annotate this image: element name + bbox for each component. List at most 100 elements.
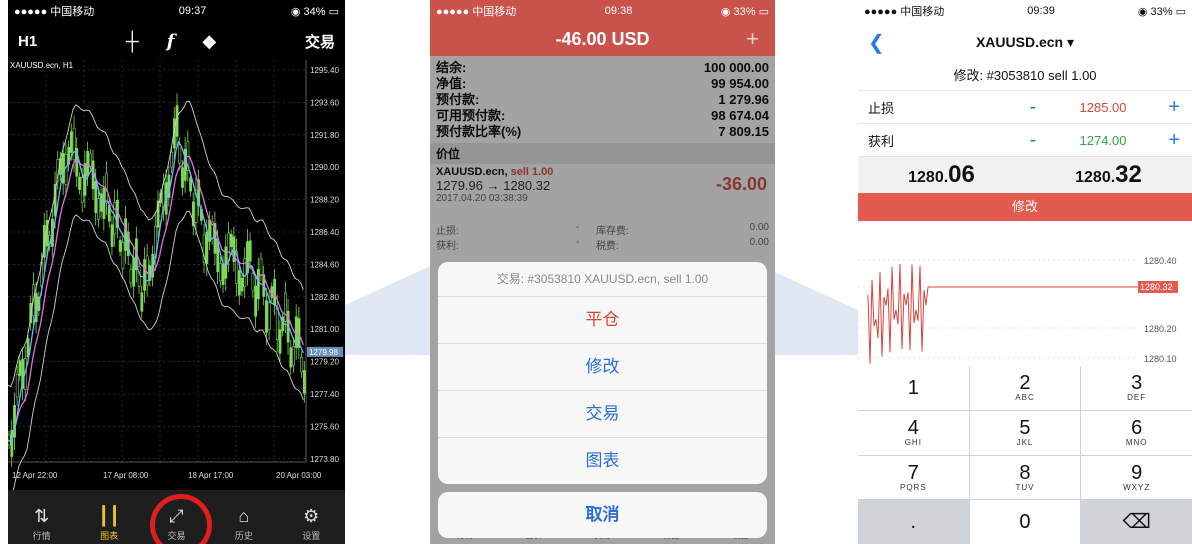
candle-body [221, 263, 225, 286]
candle-body [18, 360, 22, 376]
candle-body [178, 144, 182, 164]
trade-button[interactable]: 交易 [438, 391, 767, 438]
key-9[interactable]: 9 WXYZ [1081, 455, 1192, 500]
key-2[interactable]: 2 ABC [969, 366, 1081, 410]
take-profit-minus-button[interactable]: - [1018, 129, 1048, 152]
candle-body [70, 131, 73, 153]
key-decimal[interactable]: . [858, 500, 969, 544]
candle-body [275, 307, 279, 340]
take-profit-row: 获利 - 1274.00 + [858, 124, 1192, 157]
stop-loss-minus-button[interactable]: - [1018, 96, 1048, 119]
tab-settings[interactable]: ⚙ 设置 [281, 503, 341, 542]
candles-icon: ┃┃ [98, 506, 120, 526]
candle-body [86, 151, 90, 177]
tab-chart[interactable]: ┃┃ 图表 [79, 503, 139, 542]
crosshair-icon[interactable]: ┼ [126, 31, 139, 52]
candle-body [10, 429, 14, 457]
price-tag-label: 1280.32 [1140, 282, 1173, 292]
carrier: ●●●●● 中国移动 [14, 6, 95, 18]
ask-price: 1280.32 [1075, 161, 1142, 188]
y-tick-label: 1293.60 [310, 98, 339, 107]
backspace-icon[interactable]: ⌫ [1081, 500, 1192, 544]
y-tick-label: 1281.00 [310, 325, 339, 334]
symbol-label: XAUUSD.ecn, H1 [10, 61, 74, 70]
chart-button[interactable]: 图表 [438, 438, 767, 484]
back-chevron-icon[interactable]: ❮ [868, 30, 885, 55]
key-4[interactable]: 4 GHI [858, 410, 969, 455]
candle-body [97, 198, 100, 220]
candle-body [140, 292, 144, 312]
candle-body [273, 278, 276, 306]
candle-body [289, 347, 293, 368]
inbox-icon: ⌂ [238, 506, 250, 526]
bid-ask-prices: 1280.06 1280.32 [858, 157, 1192, 193]
stop-loss-input[interactable]: 1285.00 [1048, 100, 1158, 115]
modify-button[interactable]: 修改 [438, 344, 767, 391]
candle-body [181, 167, 184, 188]
f-icon[interactable]: f [167, 31, 175, 52]
candle-body [94, 181, 98, 214]
tab-history[interactable]: ⌂ 历史 [214, 503, 274, 542]
candle-body [80, 177, 84, 203]
candle-body [61, 153, 65, 184]
cancel-button[interactable]: 取消 [438, 492, 767, 538]
key-0[interactable]: 0 [969, 500, 1081, 544]
modify-submit-button[interactable]: 修改 [858, 193, 1192, 221]
candle-body [292, 346, 295, 366]
nav-bar: ❮ XAUUSD.ecn ▾ [858, 22, 1192, 62]
status-bar: ●●●●● 中国移动 09:39 ◉ 33% ▭ [864, 5, 1186, 18]
timeframe-button[interactable]: H1 [18, 33, 37, 50]
key-3[interactable]: 3 DEF [1081, 366, 1192, 410]
action-sheet-title: 交易: #3053810 XAUUSD.ecn, sell 1.00 [438, 262, 767, 297]
y-tick-label: 1282.80 [310, 293, 339, 302]
tick-label: 1280.40 [1144, 256, 1177, 266]
candle-body [121, 242, 125, 269]
x-tick-label: 20 Apr 03:00 [276, 471, 322, 480]
y-tick-label: 1286.40 [310, 228, 339, 237]
battery: ◉ 34% ▭ [290, 5, 339, 18]
order-title: 修改: #3053810 sell 1.00 [858, 62, 1192, 91]
take-profit-input[interactable]: 1274.00 [1048, 133, 1158, 148]
x-tick-label: 12 Apr 22:00 [12, 471, 58, 480]
candle-body [110, 224, 114, 247]
stop-loss-row: 止损 - 1285.00 + [858, 91, 1192, 124]
shapes-icon[interactable]: ◆ [202, 31, 216, 52]
stop-loss-plus-button[interactable]: + [1168, 96, 1180, 119]
candle-body [170, 151, 174, 168]
symbol-selector[interactable]: XAUUSD.ecn ▾ [976, 34, 1074, 51]
action-sheet: 交易: #3053810 XAUUSD.ecn, sell 1.00 平仓 修改… [438, 262, 767, 484]
key-1[interactable]: 1 [858, 366, 969, 410]
numeric-keypad: 1 2 ABC 3 DEF 4 GHI 5 JKL 6 MNO 7 PQRS 8 TUV 9W… [858, 366, 1192, 544]
price-line [867, 263, 1138, 364]
candle-body [259, 258, 263, 276]
candle-body [267, 302, 271, 330]
tab-quotes[interactable]: ⇅ 行情 [12, 503, 72, 542]
key-7[interactable]: 7 PQRS [858, 455, 969, 500]
close-position-button[interactable]: 平仓 [438, 297, 767, 344]
status-bar: ●●●●● 中国移动 09:38 ◉ 33% ▭ [430, 0, 775, 22]
add-order-icon[interactable]: + [746, 26, 759, 52]
bid-price: 1280.06 [908, 161, 975, 188]
candle-body [88, 153, 92, 167]
key-5[interactable]: 5 JKL [969, 410, 1081, 455]
candle-body [297, 318, 301, 348]
candle-body [205, 231, 209, 264]
candle-body [72, 127, 76, 160]
trade-button[interactable]: 交易 [305, 31, 335, 52]
balance-header: -46.00 USD + [430, 22, 775, 56]
candle-body [248, 240, 252, 262]
tick-chart: 1280.401280.301280.201280.101280.32 [858, 256, 1178, 364]
candle-body [118, 240, 122, 252]
key-8[interactable]: 8 TUV [969, 455, 1081, 500]
y-tick-label: 1284.60 [310, 260, 339, 269]
status-bar: ●●●●● 中国移动 09:37 ◉ 34% ▭ [8, 0, 345, 22]
price-chart[interactable]: XAUUSD.ecn, H1 1295.40 1293.60 1291.80 1290… [8, 60, 345, 490]
key-6[interactable]: 6 MNO [1081, 410, 1192, 455]
take-profit-plus-button[interactable]: + [1168, 129, 1180, 152]
y-tick-label: 1288.20 [310, 196, 339, 205]
candle-body [254, 285, 258, 317]
candle-body [124, 218, 127, 251]
current-price-label: 1279.98 [309, 348, 338, 357]
candle-body [302, 370, 306, 394]
candle-body [129, 268, 133, 284]
